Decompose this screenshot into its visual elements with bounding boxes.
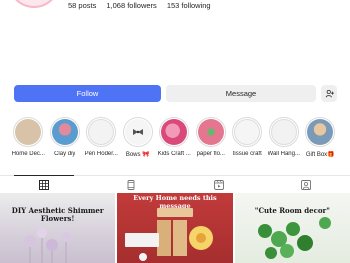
wooden-sign-illustration xyxy=(125,208,214,261)
highlight-item[interactable]: paper flo... xyxy=(193,117,230,165)
highlight-ring xyxy=(305,117,336,147)
followers-count[interactable]: 1,068 followers xyxy=(106,0,156,12)
highlight-ring xyxy=(49,117,80,147)
tab-tagged[interactable] xyxy=(263,176,350,193)
tagged-icon xyxy=(301,179,312,190)
highlight-cover xyxy=(234,119,261,145)
highlight-label: Gift Box🎁 xyxy=(305,152,335,158)
highlight-item[interactable]: tissue craft xyxy=(229,117,266,165)
plant-illustration xyxy=(257,217,331,259)
highlight-cover xyxy=(124,119,151,145)
highlight-item[interactable]: Gift Box🎁 xyxy=(302,117,339,165)
highlight-item[interactable]: Bows 🎀 xyxy=(120,117,157,165)
tab-reels[interactable] xyxy=(88,176,176,193)
highlight-label: tissue craft xyxy=(232,151,262,157)
story-highlights: Home Dec... Clay diy Pen Hoder... Bows 🎀… xyxy=(10,117,350,165)
post-thumbnail[interactable]: DIY Aesthetic Shimmer Flowers! xyxy=(0,193,116,263)
post-thumbnail[interactable]: Every Home needs this message xyxy=(117,193,233,263)
profile-stats: 58 posts 1,068 followers 153 following xyxy=(68,0,211,12)
highlight-label: Wall Hang... xyxy=(267,151,300,157)
highlight-item[interactable]: Home Dec... xyxy=(10,117,47,165)
profile-tabs xyxy=(0,175,350,193)
avatar[interactable] xyxy=(8,0,60,8)
highlight-label: Clay diy xyxy=(54,151,76,157)
highlight-ring xyxy=(122,117,153,147)
suggested-users-button[interactable] xyxy=(321,85,337,102)
highlight-cover xyxy=(270,119,297,145)
follow-button[interactable]: Follow xyxy=(14,85,161,102)
highlight-cover xyxy=(88,119,115,145)
highlight-label: Bows 🎀 xyxy=(125,152,150,158)
highlight-cover xyxy=(307,119,334,145)
highlight-ring xyxy=(195,117,226,147)
add-user-icon xyxy=(325,89,334,98)
highlight-item[interactable]: Wall Hang... xyxy=(266,117,303,165)
bow-icon xyxy=(132,129,143,135)
posts-count[interactable]: 58 posts xyxy=(68,0,96,12)
video-icon xyxy=(213,179,224,190)
highlight-label: Pen Hoder... xyxy=(84,151,118,157)
highlight-label: Kids Craft ... xyxy=(157,151,191,157)
flower-illustration xyxy=(24,228,71,263)
following-count[interactable]: 153 following xyxy=(167,0,211,12)
highlight-item[interactable]: Clay diy xyxy=(47,117,84,165)
highlight-cover xyxy=(197,119,224,145)
reels-icon xyxy=(127,179,135,190)
highlight-cover xyxy=(51,119,78,145)
highlight-item[interactable]: Pen Hoder... xyxy=(83,117,120,165)
tab-video[interactable] xyxy=(175,176,263,193)
highlight-cover xyxy=(15,119,42,145)
tab-posts[interactable] xyxy=(0,175,88,193)
highlight-ring xyxy=(232,117,263,147)
posts-grid: DIY Aesthetic Shimmer Flowers! Every Hom… xyxy=(0,193,350,263)
highlight-ring xyxy=(159,117,190,147)
message-button[interactable]: Message xyxy=(166,85,316,102)
highlight-ring xyxy=(268,117,299,147)
grid-icon xyxy=(38,179,49,190)
highlight-item[interactable]: Kids Craft ... xyxy=(156,117,193,165)
profile-actions: Follow Message xyxy=(14,85,342,102)
highlight-ring xyxy=(13,117,44,147)
highlight-label: paper flo... xyxy=(196,151,225,157)
post-thumbnail[interactable]: "Cute Room decor" xyxy=(234,193,350,263)
highlight-label: Home Dec... xyxy=(11,151,45,157)
highlight-cover xyxy=(161,119,188,145)
highlight-ring xyxy=(86,117,117,147)
